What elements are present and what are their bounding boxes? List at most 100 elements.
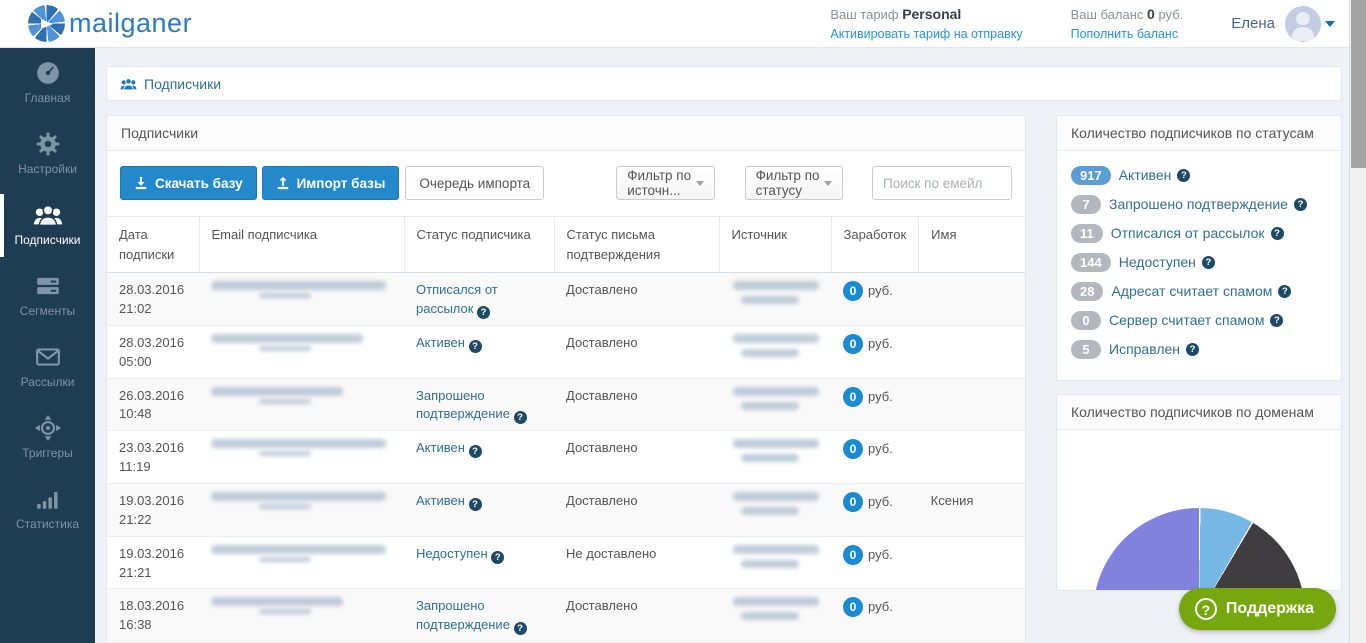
filter-source-select[interactable]: Фильтр по источн... xyxy=(616,166,714,200)
sidebar-item-settings[interactable]: Настройки xyxy=(0,119,95,190)
sidebar-item-segments[interactable]: Сегменты xyxy=(0,261,95,332)
download-icon xyxy=(134,176,148,190)
col-email: Email подписчика xyxy=(199,217,404,273)
tariff-label: Ваш тариф xyxy=(830,7,898,22)
domains-panel: Количество подписчиков по доменам xyxy=(1056,394,1342,591)
scrollbar-thumb[interactable] xyxy=(1351,0,1366,168)
chevron-down-icon xyxy=(824,181,832,186)
table-row: 26.03.201610:48 Запрошено подтверждение … xyxy=(107,378,1025,431)
question-circle-icon: ? xyxy=(1195,598,1217,620)
help-icon[interactable]: ? xyxy=(1177,169,1190,182)
page-scrollbar xyxy=(1349,0,1366,643)
help-icon[interactable]: ? xyxy=(469,340,482,353)
count-badge: 5 xyxy=(1071,340,1101,359)
status-row-unavailable: 144 Недоступен ? xyxy=(1071,251,1327,273)
top-up-balance-link[interactable]: Пополнить баланс xyxy=(1071,25,1184,43)
panel-title: Подписчики xyxy=(107,116,1025,151)
users-icon xyxy=(120,77,137,91)
help-icon[interactable]: ? xyxy=(514,411,527,424)
download-base-button[interactable]: Скачать базу xyxy=(120,166,257,200)
help-icon[interactable]: ? xyxy=(469,498,482,511)
domains-panel-title: Количество подписчиков по доменам xyxy=(1057,395,1341,430)
count-badge: 11 xyxy=(1071,224,1103,243)
balance-block: Ваш баланс 0 руб. Пополнить баланс xyxy=(1071,4,1184,43)
breadcrumb-item-subscribers[interactable]: Подписчики xyxy=(144,76,221,92)
redacted-source xyxy=(733,439,819,448)
redacted-email xyxy=(211,387,343,396)
sidebar-item-home[interactable]: Главная xyxy=(0,48,95,119)
earnings-badge: 0 xyxy=(843,281,863,301)
col-name: Имя xyxy=(919,217,1025,273)
table-row: 19.03.201621:22 Активен ? Доставлено 0ру… xyxy=(107,484,1025,537)
col-source: Источник xyxy=(719,217,831,273)
sidebar-item-subscribers[interactable]: Подписчики xyxy=(0,190,95,261)
count-badge: 144 xyxy=(1071,253,1111,272)
stats-icon xyxy=(35,486,61,512)
earnings-badge: 0 xyxy=(843,387,863,407)
col-earnings: Заработок xyxy=(831,217,919,273)
trigger-icon xyxy=(35,415,61,441)
balance-currency: руб. xyxy=(1158,7,1183,22)
import-base-button[interactable]: Импорт базы xyxy=(262,166,400,200)
chevron-down-icon xyxy=(1325,21,1335,27)
count-badge: 7 xyxy=(1071,195,1101,214)
sidebar-item-triggers[interactable]: Триггеры xyxy=(0,403,95,474)
earnings-badge: 0 xyxy=(843,439,863,459)
col-status: Статус подписчика xyxy=(404,217,554,273)
gear-icon xyxy=(35,131,61,157)
table-row: 28.03.201621:02 Отписался от рассылок ? … xyxy=(107,273,1025,326)
segments-icon xyxy=(35,273,61,299)
redacted-source xyxy=(733,492,819,501)
sidebar-item-statistics[interactable]: Статистика xyxy=(0,474,95,545)
redacted-source xyxy=(733,281,819,290)
subscribers-table: Дата подписки Email подписчика Статус по… xyxy=(107,216,1025,643)
help-icon[interactable]: ? xyxy=(1202,256,1215,269)
top-header: mailganer Ваш тариф Personal Активироват… xyxy=(0,0,1349,48)
help-icon[interactable]: ? xyxy=(1271,227,1284,240)
statuses-panel: Количество подписчиков по статусам 917 А… xyxy=(1056,115,1342,381)
status-row-server-spam: 0 Сервер считает спамом ? xyxy=(1071,309,1327,331)
redacted-email xyxy=(211,492,386,501)
redacted-source xyxy=(733,334,819,343)
redacted-source xyxy=(733,387,819,396)
help-icon[interactable]: ? xyxy=(477,306,490,319)
user-menu[interactable]: Елена xyxy=(1231,6,1335,42)
content-area: Подписчики Подписчики Скачать базу xyxy=(95,48,1349,643)
redacted-email xyxy=(211,545,386,554)
table-row: 18.03.201616:38 Запрошено подтверждение … xyxy=(107,589,1025,642)
support-button[interactable]: ? Поддержка xyxy=(1179,588,1336,630)
help-icon[interactable]: ? xyxy=(491,551,504,564)
activate-tariff-link[interactable]: Активировать тариф на отправку xyxy=(830,25,1022,43)
help-icon[interactable]: ? xyxy=(1186,343,1199,356)
help-icon[interactable]: ? xyxy=(1270,314,1283,327)
dashboard-icon xyxy=(35,60,61,86)
chevron-down-icon xyxy=(696,181,704,186)
redacted-email xyxy=(211,334,363,343)
domains-pie-chart xyxy=(1093,508,1305,591)
breadcrumb: Подписчики xyxy=(106,66,1342,101)
balance-label: Ваш баланс xyxy=(1071,7,1144,22)
table-row: 23.03.201611:19 Активен ? Доставлено 0ру… xyxy=(107,431,1025,484)
tariff-value: Personal xyxy=(902,6,961,22)
balance-value: 0 xyxy=(1147,6,1155,22)
status-row-unsubscribed: 11 Отписался от рассылок ? xyxy=(1071,222,1327,244)
help-icon[interactable]: ? xyxy=(514,622,527,635)
import-queue-button[interactable]: Очередь импорта xyxy=(405,166,544,200)
toolbar: Скачать базу Импорт базы Очередь импорта… xyxy=(107,151,1025,216)
filter-status-select[interactable]: Фильтр по статусу xyxy=(745,166,843,200)
table-row: 28.03.201605:00 Активен ? Доставлено 0ру… xyxy=(107,325,1025,378)
search-email-input[interactable] xyxy=(872,166,1012,200)
sidebar-item-campaigns[interactable]: Рассылки xyxy=(0,332,95,403)
earnings-badge: 0 xyxy=(843,545,863,565)
earnings-badge: 0 xyxy=(843,334,863,354)
mailganer-logo[interactable]: mailganer xyxy=(28,5,192,42)
redacted-email xyxy=(211,439,386,448)
count-badge: 917 xyxy=(1071,166,1111,185)
redacted-source xyxy=(733,597,819,606)
help-icon[interactable]: ? xyxy=(1294,198,1307,211)
count-badge: 0 xyxy=(1071,311,1101,330)
help-icon[interactable]: ? xyxy=(469,445,482,458)
help-icon[interactable]: ? xyxy=(1278,285,1291,298)
earnings-badge: 0 xyxy=(843,597,863,617)
col-delivery: Статус письма подтверждения xyxy=(554,217,719,273)
